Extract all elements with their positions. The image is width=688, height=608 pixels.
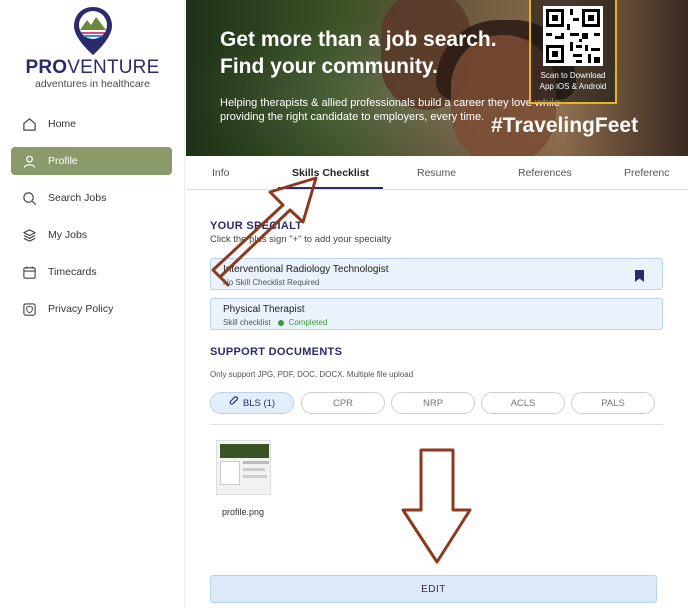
sidebar-item-label: Timecards — [48, 266, 97, 278]
support-documents-hint: Only support JPG, PDF, DOC, DOCX. Multip… — [210, 370, 414, 379]
promo-banner: Get more than a job search. Find your co… — [186, 0, 688, 156]
document-thumbnail[interactable] — [216, 440, 271, 495]
doc-chip-cpr[interactable]: CPR — [301, 392, 385, 414]
sidebar-item-search-jobs[interactable]: Search Jobs — [11, 184, 172, 212]
banner-hashtag: #TravelingFeet — [491, 114, 639, 137]
sidebar-item-home[interactable]: Home — [11, 110, 172, 138]
doc-chip-pals[interactable]: PALS — [571, 392, 655, 414]
divider — [210, 424, 663, 425]
specialty-hint: Click the plus sign "+" to add your spec… — [210, 234, 392, 245]
sidebar-item-profile[interactable]: Profile — [11, 147, 172, 175]
tab-references[interactable]: References — [518, 157, 572, 189]
specialty-card-subtitle: Skill checklist Completed — [223, 318, 328, 327]
banner-headline: Get more than a job search. Find your co… — [220, 28, 497, 78]
tab-skills-checklist[interactable]: Skills Checklist — [278, 157, 384, 189]
tab-info[interactable]: Info — [212, 157, 230, 189]
user-icon — [21, 153, 37, 169]
layers-icon — [21, 227, 37, 243]
document-file-name: profile.png — [222, 507, 265, 517]
tab-preferences[interactable]: Preferenc — [624, 157, 670, 189]
sidebar-item-timecards[interactable]: Timecards — [11, 258, 172, 286]
arrow-down-icon — [401, 448, 472, 564]
search-icon — [21, 190, 37, 206]
calendar-icon — [21, 264, 37, 280]
brand-name: PROVENTURE — [25, 57, 160, 78]
status-badge: Completed — [288, 318, 328, 327]
sidebar-item-label: Profile — [48, 155, 78, 167]
sidebar-nav: Home Profile Search Jobs My Jobs Timecar… — [11, 110, 172, 332]
bookmark-icon[interactable] — [635, 269, 644, 287]
specialty-card-subtitle: No Skill Checklist Required — [223, 278, 320, 287]
doc-chip-label: BLS (1) — [242, 397, 276, 409]
qr-code-icon — [543, 6, 603, 66]
specialty-title: YOUR SPECIALT — [210, 220, 303, 232]
sidebar: PROVENTURE adventures in healthcare Home… — [0, 0, 185, 608]
paperclip-icon — [229, 396, 239, 410]
sidebar-item-my-jobs[interactable]: My Jobs — [11, 221, 172, 249]
brand-logo[interactable]: PROVENTURE adventures in healthcare — [0, 6, 185, 90]
tab-resume[interactable]: Resume — [417, 157, 456, 189]
sidebar-item-label: Home — [48, 118, 77, 130]
specialty-card-title: Interventional Radiology Technologist — [223, 264, 389, 275]
sidebar-item-label: My Jobs — [48, 229, 88, 241]
specialty-card[interactable]: Interventional Radiology Technologist No… — [210, 258, 663, 290]
doc-chip-nrp[interactable]: NRP — [391, 392, 475, 414]
specialty-card-title: Physical Therapist — [223, 304, 305, 315]
qr-caption: Scan to Download App iOS & Android — [539, 71, 607, 91]
support-documents-title: SUPPORT DOCUMENTS — [210, 346, 343, 358]
home-icon — [21, 116, 37, 132]
status-dot-icon — [277, 319, 284, 326]
sidebar-item-privacy-policy[interactable]: Privacy Policy — [11, 295, 172, 323]
sidebar-item-label: Search Jobs — [48, 192, 107, 204]
doc-chip-acls[interactable]: ACLS — [481, 392, 565, 414]
qr-download-box[interactable]: Scan to Download App iOS & Android — [529, 0, 617, 104]
doc-chip-bls[interactable]: BLS (1) — [210, 392, 294, 414]
profile-tabs: Info Skills Checklist Resume References … — [186, 157, 688, 190]
specialty-card[interactable]: Physical Therapist Skill checklist Compl… — [210, 298, 663, 330]
sidebar-item-label: Privacy Policy — [48, 303, 114, 315]
location-pin-logo-icon — [73, 7, 112, 55]
brand-tagline: adventures in healthcare — [35, 78, 150, 90]
edit-button[interactable]: EDIT — [210, 575, 657, 603]
shield-icon — [21, 301, 37, 317]
